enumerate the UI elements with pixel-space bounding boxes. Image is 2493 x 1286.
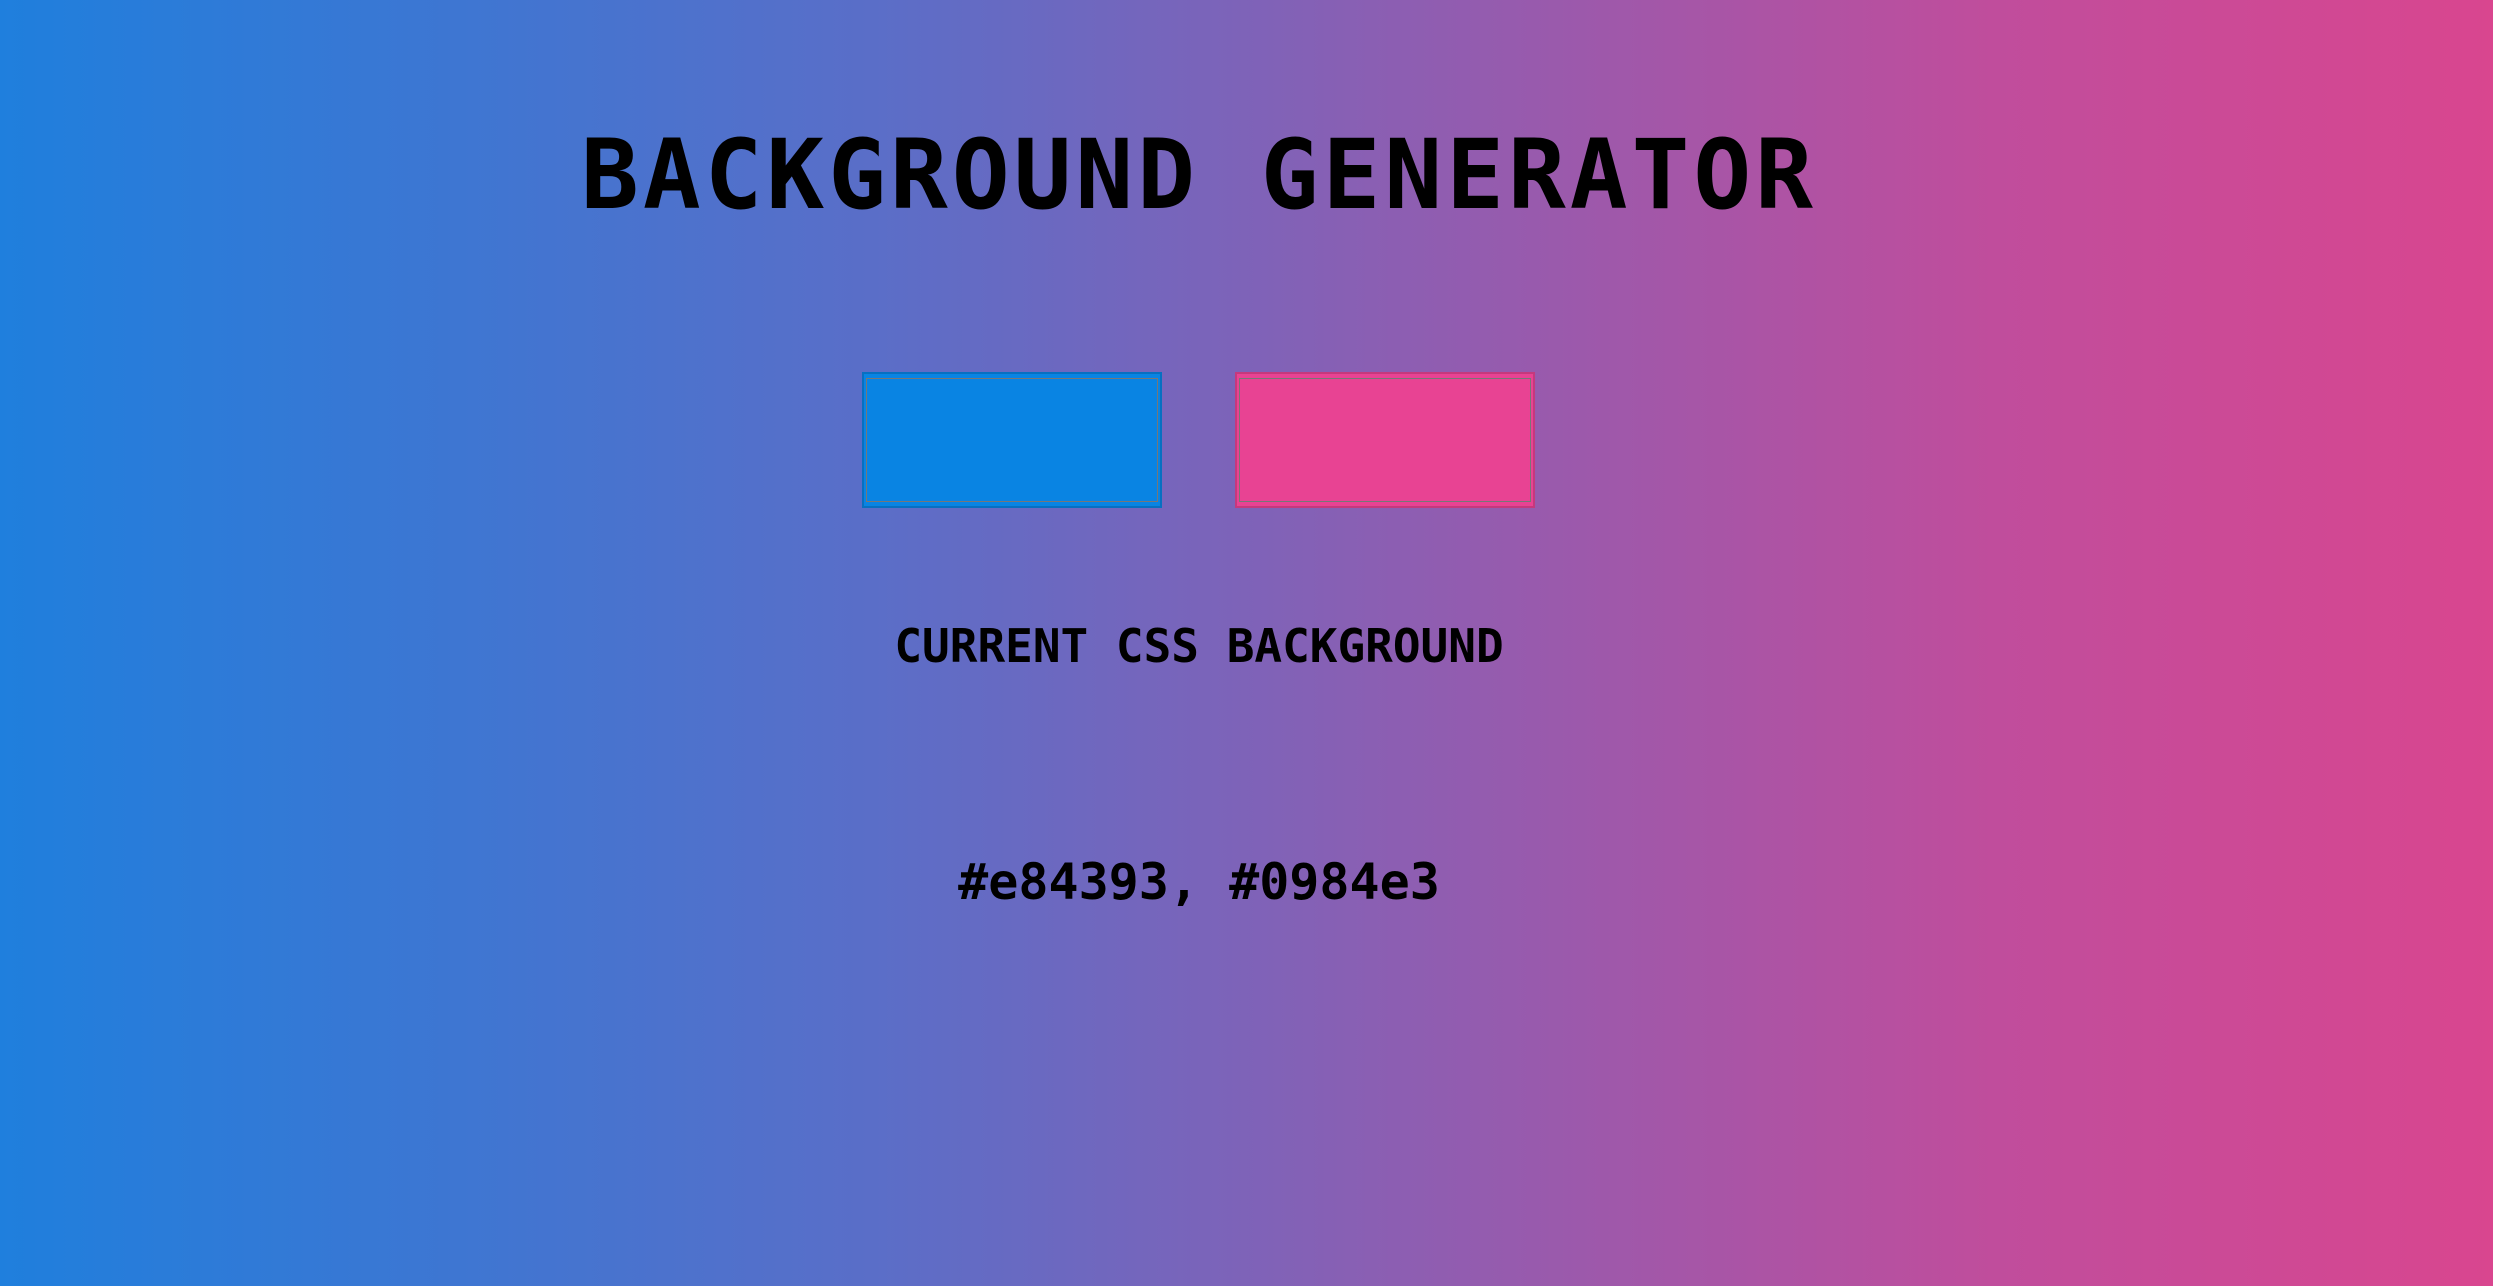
- color-picker-1[interactable]: [862, 372, 1162, 508]
- color-picker-2[interactable]: [1235, 372, 1535, 508]
- page-title: BACKGROUND GENERATOR: [581, 119, 1817, 231]
- page: BACKGROUND GENERATOR CURRENT CSS BACKGRO…: [0, 0, 2493, 1286]
- section-heading: CURRENT CSS BACKGROUND: [894, 619, 1504, 673]
- css-background-value: #e84393, #0984e3: [958, 853, 1440, 911]
